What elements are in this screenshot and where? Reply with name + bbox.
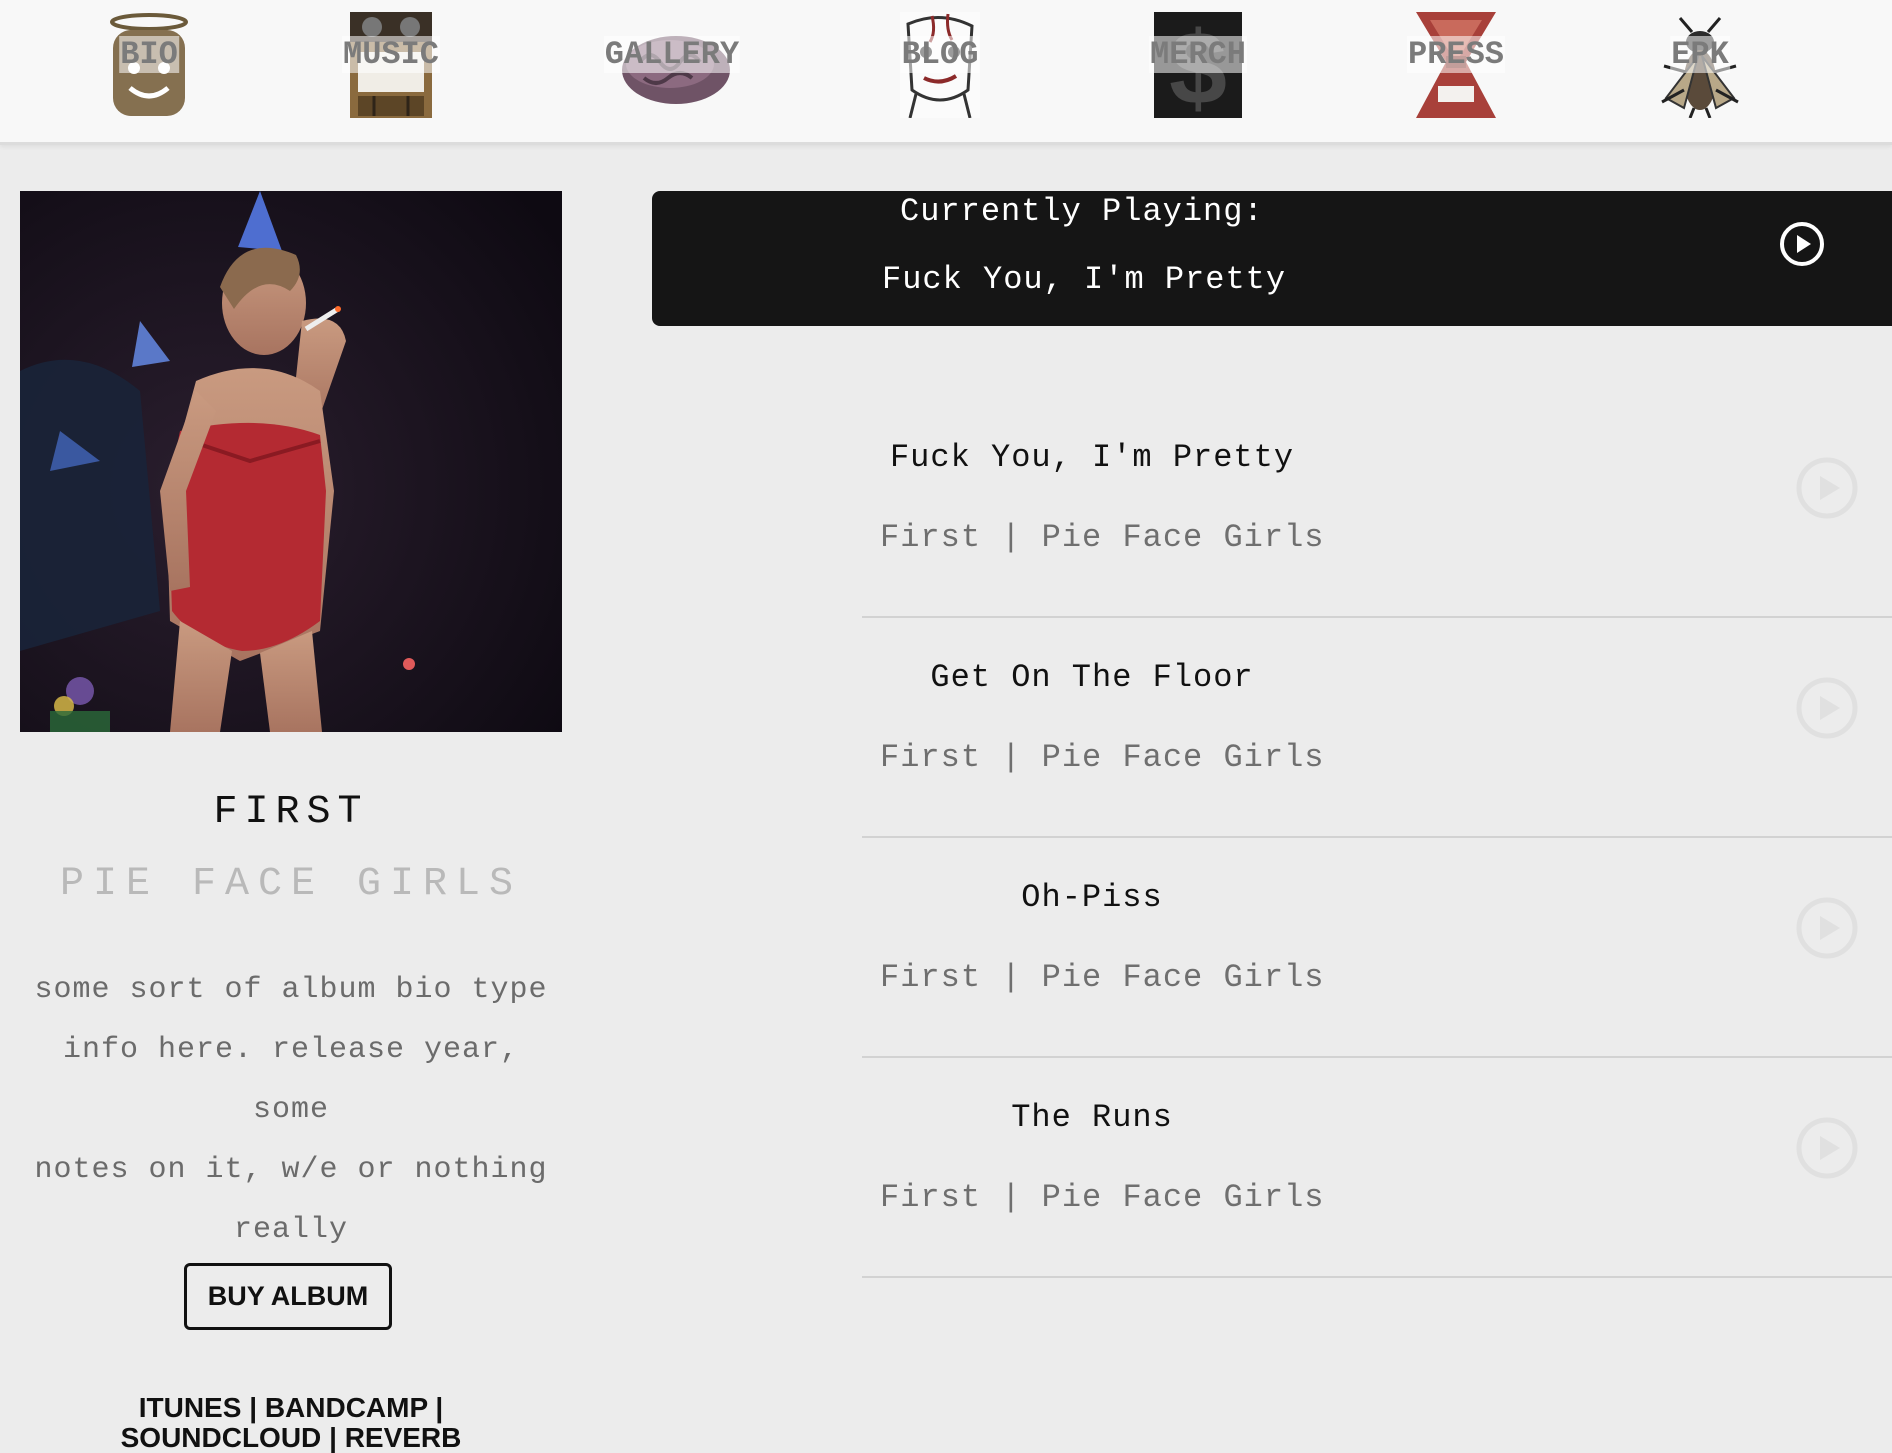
nav-label-gallery: GALLERY — [603, 36, 741, 73]
album-bio-line: notes on it, w/e or nothing — [34, 1153, 548, 1187]
itunes-link[interactable]: ITUNES — [139, 1392, 242, 1423]
track-meta: First | Pie Face Girls — [880, 739, 1325, 776]
track-title: The Runs — [1011, 1099, 1173, 1136]
bandcamp-link[interactable]: BANDCAMP — [265, 1392, 428, 1423]
soundcloud-link[interactable]: SOUNDCLOUD — [121, 1422, 322, 1453]
top-navigation: BIO MUSIC GALLERY BLOG MERCH PRESS EPK — [0, 0, 1892, 145]
track-row[interactable]: Get On The Floor First | Pie Face Girls — [862, 619, 1892, 838]
album-title: FIRST — [213, 790, 369, 835]
nav-label-blog: BLOG — [900, 36, 980, 73]
link-separator: | — [435, 1392, 444, 1423]
album-artist: PIE FACE GIRLS — [59, 862, 523, 907]
album-cover-image — [20, 191, 562, 732]
album-bio-line: info here. release year, some — [62, 1033, 520, 1127]
track-title: Oh-Piss — [1021, 879, 1163, 916]
nav-item-merch[interactable]: $ MERCH — [1148, 12, 1248, 118]
link-separator: | — [249, 1392, 258, 1423]
nav-label-epk: EPK — [1670, 36, 1730, 73]
nav-item-blog[interactable]: BLOG — [896, 12, 984, 118]
link-separator: | — [329, 1422, 337, 1453]
track-title: Fuck You, I'm Pretty — [889, 439, 1295, 476]
now-playing-bar: Currently Playing: Fuck You, I'm Pretty — [652, 191, 1892, 326]
nav-item-press[interactable]: PRESS — [1406, 12, 1506, 118]
nav-label-press: PRESS — [1406, 36, 1506, 73]
reverb-link[interactable]: REVERB — [345, 1422, 462, 1453]
nav-label-merch: MERCH — [1148, 36, 1248, 73]
play-circle-icon[interactable] — [1794, 895, 1860, 961]
album-bio: some sort of album bio type info here. r… — [20, 960, 562, 1260]
play-circle-icon[interactable] — [1794, 1115, 1860, 1181]
track-meta: First | Pie Face Girls — [880, 1179, 1325, 1216]
track-meta: First | Pie Face Girls — [880, 959, 1325, 996]
track-title: Get On The Floor — [930, 659, 1254, 696]
nav-label-bio: BIO — [119, 36, 179, 73]
nav-item-music[interactable]: MUSIC — [341, 12, 441, 118]
store-links: ITUNES | BANDCAMP | SOUNDCLOUD | REVERB — [20, 1393, 562, 1453]
buy-album-button[interactable]: BUY ALBUM — [184, 1263, 392, 1330]
now-playing-heading: Currently Playing: — [900, 193, 1264, 230]
nav-item-gallery[interactable]: GALLERY — [603, 12, 741, 118]
album-bio-line: really — [233, 1213, 349, 1247]
play-circle-icon[interactable] — [1794, 455, 1860, 521]
track-row[interactable]: Fuck You, I'm Pretty First | Pie Face Gi… — [862, 399, 1892, 618]
nav-label-music: MUSIC — [341, 36, 441, 73]
play-circle-icon[interactable] — [1794, 675, 1860, 741]
play-circle-icon[interactable] — [1778, 220, 1826, 268]
track-row[interactable]: Oh-Piss First | Pie Face Girls — [862, 839, 1892, 1058]
nav-item-bio[interactable]: BIO — [110, 12, 188, 118]
album-bio-line: some sort of album bio type — [34, 973, 548, 1007]
track-row[interactable]: The Runs First | Pie Face Girls — [862, 1059, 1892, 1278]
now-playing-track: Fuck You, I'm Pretty — [882, 261, 1287, 298]
nav-item-epk[interactable]: EPK — [1660, 12, 1740, 118]
track-meta: First | Pie Face Girls — [880, 519, 1325, 556]
